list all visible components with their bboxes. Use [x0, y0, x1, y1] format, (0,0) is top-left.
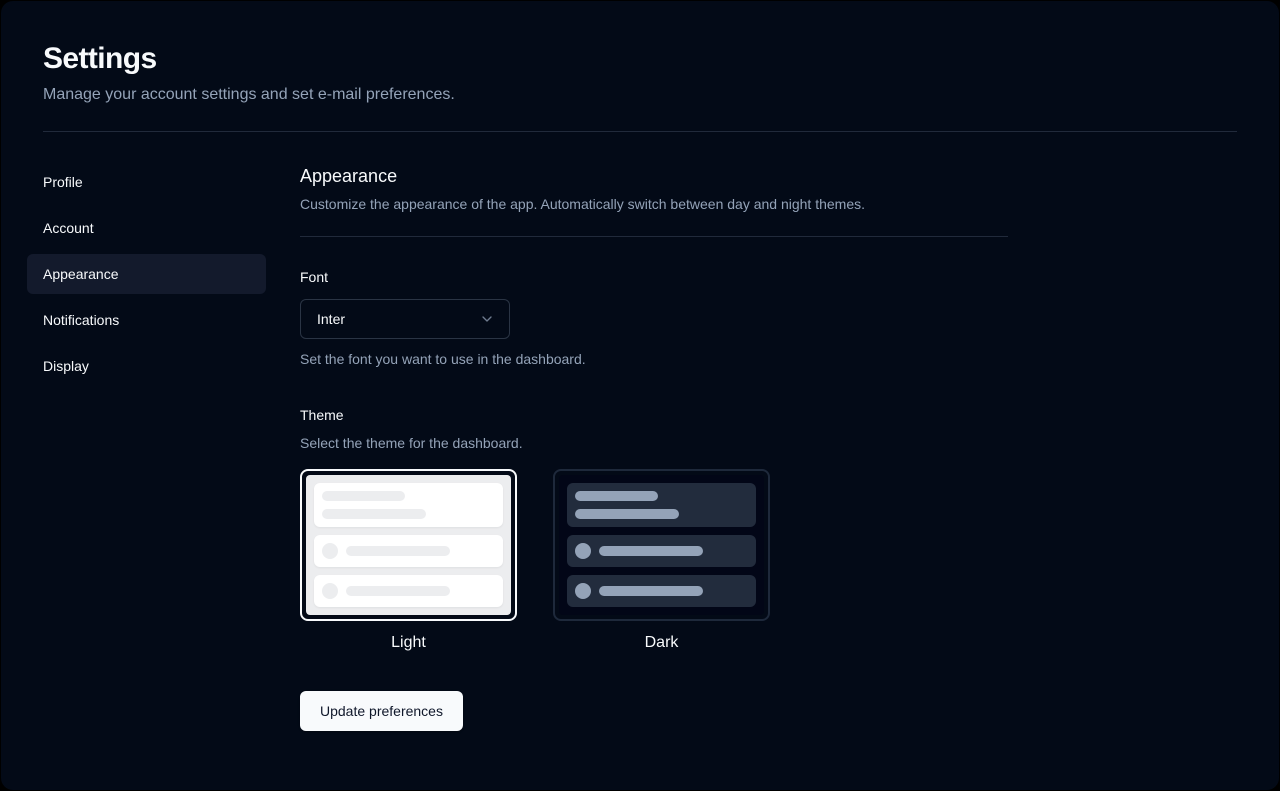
section-description: Customize the appearance of the app. Aut…: [300, 196, 866, 212]
font-field: Font Inter Set the font you want to use …: [300, 267, 1008, 369]
font-select[interactable]: Inter: [300, 299, 510, 339]
settings-page: Settings Manage your account settings an…: [1, 1, 1279, 790]
dark-theme-caption: Dark: [644, 634, 679, 651]
preview-card: [314, 575, 503, 607]
preview-card: [567, 535, 756, 567]
skeleton-dot: [575, 583, 591, 599]
theme-option-light[interactable]: Light: [300, 469, 517, 655]
light-theme-preview: [300, 469, 517, 621]
theme-option-dark[interactable]: Dark: [553, 469, 770, 655]
dark-preview-panel: [559, 475, 764, 615]
page-subtitle: Manage your account settings and set e-m…: [43, 86, 455, 103]
theme-label: Theme: [300, 407, 344, 423]
sidebar-item-profile[interactable]: Profile: [27, 162, 266, 202]
update-preferences-button[interactable]: Update preferences: [300, 691, 463, 731]
section-heading: Appearance: [300, 166, 398, 186]
sidebar-item-account[interactable]: Account: [27, 208, 266, 248]
skeleton-line: [575, 491, 658, 501]
section-divider: [300, 236, 1008, 237]
header-divider: [43, 131, 1237, 132]
theme-options: Light Dark: [300, 469, 1008, 655]
appearance-section: Appearance Customize the appearance of t…: [300, 162, 1008, 731]
dark-theme-preview: [553, 469, 770, 621]
skeleton-line: [322, 491, 405, 501]
font-help-text: Set the font you want to use in the dash…: [300, 351, 586, 367]
page-title: Settings: [43, 42, 157, 75]
preview-card: [567, 483, 756, 527]
font-label: Font: [300, 269, 329, 285]
theme-field: Theme Select the theme for the dashboard…: [300, 405, 1008, 655]
skeleton-line: [346, 586, 450, 596]
preview-card: [567, 575, 756, 607]
skeleton-line: [322, 509, 426, 519]
settings-sidebar: Profile Account Appearance Notifications…: [27, 162, 266, 386]
font-select-value: Inter: [317, 311, 346, 327]
preview-card: [314, 483, 503, 527]
sidebar-item-appearance[interactable]: Appearance: [27, 254, 266, 294]
skeleton-dot: [575, 543, 591, 559]
skeleton-dot: [322, 543, 338, 559]
preview-card: [314, 535, 503, 567]
theme-help-text: Select the theme for the dashboard.: [300, 435, 523, 451]
skeleton-line: [599, 586, 703, 596]
skeleton-line: [599, 546, 703, 556]
skeleton-dot: [322, 583, 338, 599]
light-theme-caption: Light: [391, 634, 426, 651]
sidebar-item-notifications[interactable]: Notifications: [27, 300, 266, 340]
sidebar-item-display[interactable]: Display: [27, 346, 266, 386]
skeleton-line: [575, 509, 679, 519]
page-header: Settings Manage your account settings an…: [43, 41, 1237, 107]
light-preview-panel: [306, 475, 511, 615]
chevron-down-icon: [479, 311, 495, 327]
skeleton-line: [346, 546, 450, 556]
settings-layout: Profile Account Appearance Notifications…: [27, 162, 1237, 731]
